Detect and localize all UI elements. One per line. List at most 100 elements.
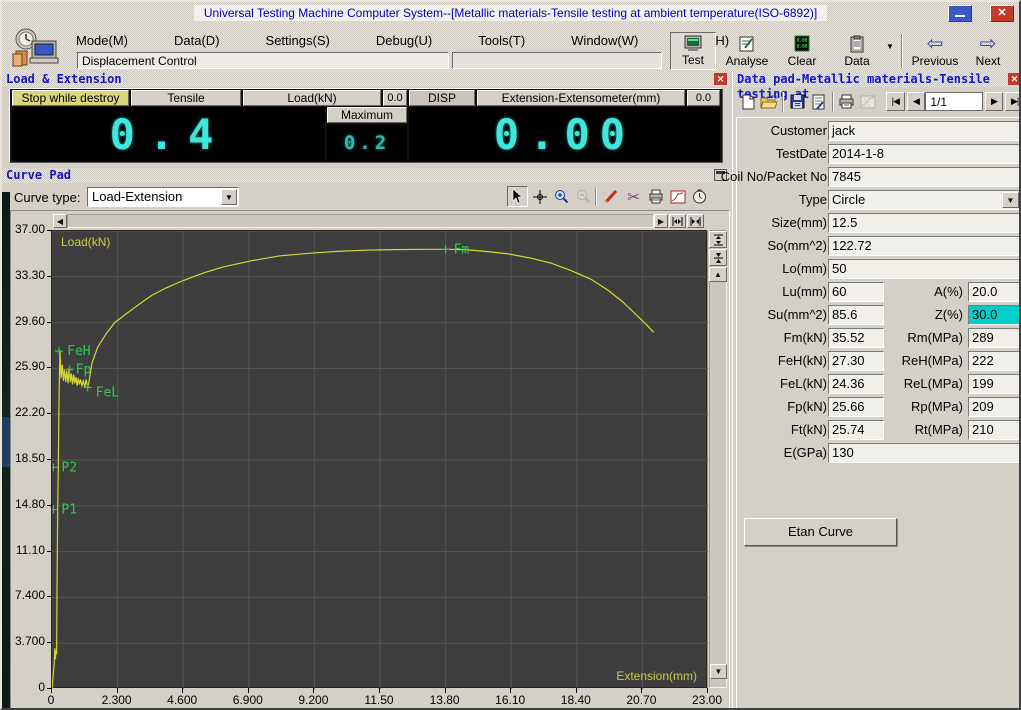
e-field[interactable]: 130 <box>828 443 1021 463</box>
extension-channel-label[interactable]: Extension-Extensometer(mm) <box>477 90 685 106</box>
test-button[interactable]: Test <box>670 32 716 70</box>
curve-marker-label: FeH <box>67 344 90 359</box>
minimize-button[interactable] <box>948 5 972 22</box>
menu-data[interactable]: Data(D) <box>162 30 232 51</box>
a-field[interactable]: 20.0 <box>968 282 1021 302</box>
form-row-size: Size(mm) 12.5 <box>737 213 1020 233</box>
menu-mode[interactable]: Mode(M) <box>64 30 140 51</box>
menu-settings[interactable]: Settings(S) <box>254 30 342 51</box>
type-dropdown[interactable]: Circle ▼ <box>828 190 1021 210</box>
rt-field[interactable]: 210 <box>968 420 1021 440</box>
stop-condition-cell[interactable]: Stop while destroy <box>12 90 129 106</box>
form-row-fp-rp: Fp(kN) 25.66 Rp(MPa) 209 <box>737 397 1020 417</box>
menu-tools[interactable]: Tools(T) <box>466 30 537 51</box>
rel-field[interactable]: 199 <box>968 374 1021 394</box>
first-record-button[interactable]: |◀ <box>886 92 905 111</box>
test-label: Test <box>682 53 704 67</box>
load-extension-close-icon[interactable]: ✕ <box>714 73 727 85</box>
size-field[interactable]: 12.5 <box>828 213 1021 233</box>
form-row-e: E(GPa) 130 <box>737 443 1020 463</box>
pen-tool-button[interactable] <box>601 186 622 207</box>
app-logo-icon <box>10 27 62 72</box>
type-caret-icon[interactable]: ▼ <box>1002 192 1019 208</box>
reh-field[interactable]: 222 <box>968 351 1021 371</box>
pen-icon <box>604 189 619 204</box>
print-curve-button[interactable] <box>645 186 666 207</box>
menu-window[interactable]: Window(W) <box>559 30 650 51</box>
data-button[interactable]: Data <box>834 32 880 70</box>
lo-field[interactable]: 50 <box>828 259 1021 279</box>
cursor-tool-button[interactable] <box>507 186 528 207</box>
previous-label: Previous <box>912 54 959 68</box>
so-field[interactable]: 122.72 <box>828 236 1021 256</box>
previous-button[interactable]: ⇦ Previous <box>908 32 962 70</box>
previous-record-button[interactable]: ◀ <box>907 92 926 111</box>
menu-debug[interactable]: Debug(U) <box>364 30 444 51</box>
curve-type-caret-icon[interactable]: ▼ <box>221 189 237 205</box>
edit-record-button[interactable] <box>808 91 829 112</box>
chart-panel: ◀ ▶ FeHFpFeLP2P1Fm Load(kN) Extension(mm… <box>10 210 730 710</box>
horizontal-scrollbar[interactable] <box>67 214 654 228</box>
test-icon <box>682 35 704 53</box>
testdate-field[interactable]: 2014-1-8 <box>828 144 1021 164</box>
load-extension-title: Load & Extension <box>6 72 122 86</box>
save-record-button[interactable] <box>787 91 808 112</box>
load-channel-label[interactable]: Load(kN) <box>243 90 381 106</box>
fp-label: Fp(kN) <box>677 399 827 414</box>
data-pad-header: Data pad-Metallic materials-Tensile test… <box>733 72 1021 87</box>
next-button[interactable]: ⇨ Next <box>966 32 1010 70</box>
test-type-cell[interactable]: Tensile <box>131 90 241 106</box>
x-tick-label: 9.200 <box>291 693 335 707</box>
scroll-down-button[interactable]: ▼ <box>710 664 727 679</box>
last-record-button[interactable]: ▶| <box>1005 92 1021 111</box>
coilno-field[interactable]: 7845 <box>828 167 1021 187</box>
scroll-right-button[interactable]: ▶ <box>654 214 668 228</box>
display-group: Stop while destroy Tensile Load(kN) 0.0 … <box>9 88 723 163</box>
curve-marker-label: P1 <box>61 503 77 518</box>
clear-button[interactable]: 0.000.00 Clear <box>778 32 826 70</box>
type-label: Type <box>677 192 827 207</box>
data-dropdown-caret-icon[interactable]: ▼ <box>886 42 894 51</box>
x-tick-label: 0 <box>29 693 73 707</box>
y-tick-label: 37.00 <box>11 222 45 236</box>
menu-bar: Mode(M) Data(D) Settings(S) Debug(U) Too… <box>64 30 763 51</box>
save-icon <box>790 94 805 109</box>
next-label: Next <box>976 54 1001 68</box>
scroll-left-button[interactable]: ◀ <box>53 214 67 228</box>
data-pad-close-icon[interactable]: ✕ <box>1008 73 1021 85</box>
curve-plot[interactable]: FeHFpFeLP2P1Fm <box>51 230 707 688</box>
form-row-su-z: Su(mm^2) 85.6 Z(%) 30.0 <box>737 305 1020 325</box>
data-pad-toolbar-separator2 <box>832 92 834 112</box>
scissors-tool-button[interactable]: ✂ <box>623 186 644 207</box>
form-row-lu-a: Lu(mm) 60 A(%) 20.0 <box>737 282 1020 302</box>
curve-pad-title: Curve Pad <box>6 168 71 182</box>
print-report-button[interactable] <box>837 91 858 112</box>
load-display: 0.4 <box>12 107 325 161</box>
preview-report-button[interactable] <box>857 91 878 112</box>
customer-field[interactable]: jack <box>828 121 1021 141</box>
curve-pad-header: Curve Pad <box>2 168 730 183</box>
y-tick-label: 3.700 <box>11 634 45 648</box>
su-label: Su(mm^2) <box>677 307 827 322</box>
z-field[interactable]: 30.0 <box>968 305 1021 325</box>
open-record-button[interactable] <box>759 91 780 112</box>
printer-icon <box>838 94 855 109</box>
window-title: Universal Testing Machine Computer Syste… <box>194 5 827 21</box>
scissors-icon: ✂ <box>627 188 640 206</box>
rp-label: Rp(MPa) <box>873 399 963 414</box>
x-tick-label: 2.300 <box>95 693 139 707</box>
new-record-button[interactable] <box>738 91 759 112</box>
zoom-out-tool-button[interactable] <box>573 186 594 207</box>
next-record-button[interactable]: ▶ <box>985 92 1004 111</box>
disp-mode-cell[interactable]: DISP MODE <box>409 90 475 106</box>
etan-curve-button[interactable]: Etan Curve <box>744 518 897 546</box>
analyse-button[interactable]: Analyse <box>720 32 774 70</box>
lu-label: Lu(mm) <box>677 284 827 299</box>
rp-field[interactable]: 209 <box>968 397 1021 417</box>
crosshair-tool-button[interactable] <box>529 186 550 207</box>
zoom-in-tool-button[interactable] <box>551 186 572 207</box>
curve-type-dropdown[interactable]: Load-Extension ▼ <box>87 187 239 207</box>
rm-field[interactable]: 289 <box>968 328 1021 348</box>
form-row-type: Type Circle ▼ <box>737 190 1020 210</box>
close-button[interactable]: ✕ <box>990 5 1014 22</box>
